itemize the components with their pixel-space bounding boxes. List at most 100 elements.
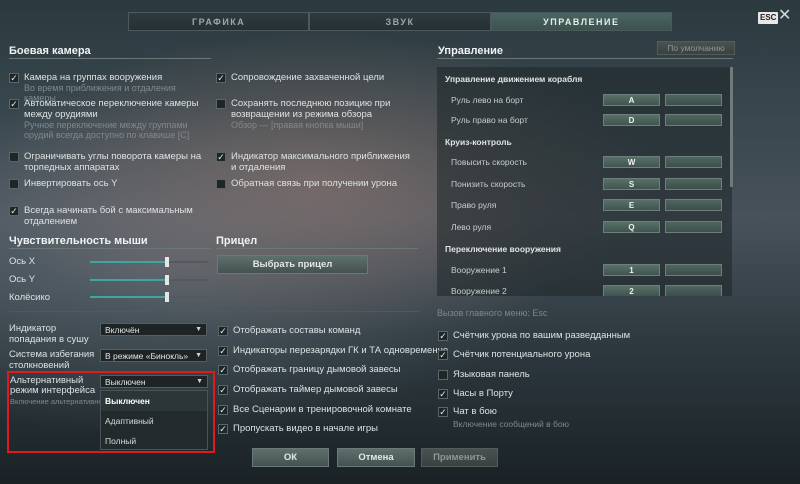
option-full[interactable]: Полный xyxy=(101,431,207,451)
checkbox-hint: Ручное переключение между группами оруди… xyxy=(24,120,190,140)
slider-wheel[interactable] xyxy=(90,292,208,302)
checkbox-box[interactable]: ✓ xyxy=(218,405,228,415)
key-button[interactable]: E xyxy=(603,199,660,211)
ok-button[interactable]: ОК xyxy=(252,448,329,467)
key-button[interactable]: 2 xyxy=(603,285,660,296)
slider-thumb[interactable] xyxy=(165,275,169,285)
checkbox-box[interactable]: ✓ xyxy=(218,346,228,356)
checkbox-spotting-damage[interactable]: ✓ Счётчик урона по вашим разведданным xyxy=(438,330,738,341)
checkbox-limit-torpedo-angles[interactable]: Ограничивать углы поворота камеры на тор… xyxy=(9,151,209,173)
key-button-alt[interactable] xyxy=(665,199,722,211)
alt-mode-hint: Включение альтернативного режима может п… xyxy=(10,397,105,406)
checkbox-potential-damage[interactable]: ✓ Счётчик потенциального урона xyxy=(438,349,738,360)
close-icon[interactable]: ✕ xyxy=(778,8,791,24)
checkbox-label: Чат в бою xyxy=(453,406,497,417)
checkbox-track-target[interactable]: ✓ Сопровождение захваченной цели xyxy=(216,72,416,83)
checkbox-box[interactable] xyxy=(438,370,448,380)
divider xyxy=(9,311,419,312)
binding-label: Лево руля xyxy=(451,222,492,232)
key-button[interactable]: D xyxy=(603,114,660,126)
checkbox-box[interactable]: ✓ xyxy=(218,385,228,395)
checkbox-box[interactable]: ✓ xyxy=(218,424,228,434)
key-button[interactable]: 1 xyxy=(603,264,660,276)
binding-label: Руль лево на борт xyxy=(451,95,524,105)
key-button-alt[interactable] xyxy=(665,221,722,233)
checkbox-auto-switch-camera[interactable]: ✓ Автоматическое переключение камеры меж… xyxy=(9,98,214,140)
option-off[interactable]: Выключен xyxy=(101,391,207,411)
checkbox-box[interactable] xyxy=(9,152,19,162)
key-button[interactable]: W xyxy=(603,156,660,168)
main-menu-hint: Вызов главного меню: Esc xyxy=(437,308,548,318)
checkbox-box[interactable]: ✓ xyxy=(438,350,448,360)
alt-mode-dropdown[interactable]: Выключен ▼ xyxy=(100,375,208,388)
checkbox-team-lists[interactable]: ✓ Отображать составы команд xyxy=(218,325,428,336)
checkbox-smoke-border[interactable]: ✓ Отображать границу дымовой завесы xyxy=(218,364,428,375)
checkbox-save-last-position[interactable]: Сохранять последнюю позицию при возвраще… xyxy=(216,98,416,130)
key-button-alt[interactable] xyxy=(665,114,722,126)
key-button-alt[interactable] xyxy=(665,285,722,296)
checkbox-smoke-timer[interactable]: ✓ Отображать таймер дымовой завесы xyxy=(218,384,428,395)
choose-sight-button[interactable]: Выбрать прицел xyxy=(217,255,368,274)
collision-dropdown[interactable]: В режиме «Бинокль» ▼ xyxy=(100,349,207,362)
binding-label: Вооружение 2 xyxy=(451,286,507,296)
checkbox-box[interactable]: ✓ xyxy=(9,99,19,109)
slider-thumb[interactable] xyxy=(165,257,169,267)
dropdown-value: Выключен xyxy=(105,377,146,387)
checkbox-box[interactable]: ✓ xyxy=(438,407,448,417)
key-button[interactable]: S xyxy=(603,178,660,190)
key-button-alt[interactable] xyxy=(665,178,722,190)
checkbox-label: Всегда начинать бой с максимальным отдал… xyxy=(24,205,193,227)
key-button-alt[interactable] xyxy=(665,94,722,106)
esc-badge: ESC xyxy=(758,12,779,24)
checkbox-zoom-indicator[interactable]: ✓ Индикатор максимального приближения и … xyxy=(216,151,416,173)
checkbox-box[interactable]: ✓ xyxy=(438,331,448,341)
checkbox-port-clock[interactable]: ✓ Часы в Порту xyxy=(438,388,738,399)
alt-mode-label: Альтернативный режим интерфейса xyxy=(10,375,96,396)
checkbox-damage-feedback[interactable]: Обратная связь при получении урона xyxy=(216,178,416,189)
slider-thumb[interactable] xyxy=(165,292,169,302)
tab-controls[interactable]: УПРАВЛЕНИЕ xyxy=(490,12,672,31)
checkbox-box[interactable]: ✓ xyxy=(216,152,226,162)
checkbox-reload-indicators[interactable]: ✓ Индикаторы перезарядки ГК и ТА одновре… xyxy=(218,345,448,356)
checkbox-label: Сохранять последнюю позицию при возвраще… xyxy=(231,98,391,120)
checkbox-box[interactable]: ✓ xyxy=(9,73,19,83)
checkbox-language-panel[interactable]: Языковая панель xyxy=(438,369,738,380)
checkbox-label: Инвертировать ось Y xyxy=(24,178,118,189)
slider-fill xyxy=(90,296,167,298)
checkbox-box[interactable]: ✓ xyxy=(218,326,228,336)
checkbox-box[interactable]: ✓ xyxy=(218,365,228,375)
slider-y[interactable] xyxy=(90,275,208,285)
checkbox-battle-chat[interactable]: ✓ Чат в бою xyxy=(438,406,738,417)
checkbox-invert-y[interactable]: Инвертировать ось Y xyxy=(9,178,209,189)
cancel-button[interactable]: Отмена xyxy=(337,448,415,467)
key-button-alt[interactable] xyxy=(665,156,722,168)
checkbox-box[interactable]: ✓ xyxy=(216,73,226,83)
key-button[interactable]: Q xyxy=(603,221,660,233)
checkbox-label: Ограничивать углы поворота камеры на тор… xyxy=(24,151,202,173)
settings-tabs: ГРАФИКА ЗВУК УПРАВЛЕНИЕ xyxy=(128,12,672,31)
hit-indicator-dropdown[interactable]: Включён ▼ xyxy=(100,323,207,336)
checkbox-start-max-zoom[interactable]: ✓ Всегда начинать бой с максимальным отд… xyxy=(9,205,209,227)
checkbox-label: Сопровождение захваченной цели xyxy=(231,72,385,83)
apply-button[interactable]: Применить xyxy=(421,448,498,467)
default-button[interactable]: По умолчанию xyxy=(657,41,735,55)
key-bindings-scrollbar[interactable] xyxy=(730,67,733,187)
checkbox-box[interactable] xyxy=(216,179,226,189)
slider-label-y: Ось Y xyxy=(9,274,36,285)
checkbox-box[interactable] xyxy=(9,179,19,189)
checkbox-label: Отображать границу дымовой завесы xyxy=(233,364,401,375)
key-button-alt[interactable] xyxy=(665,264,722,276)
checkbox-training-scenarios[interactable]: ✓ Все Сценарии в тренировочной комнате xyxy=(218,404,428,415)
slider-x[interactable] xyxy=(90,257,208,267)
option-adaptive[interactable]: Адаптивный xyxy=(101,411,207,431)
tab-graphics[interactable]: ГРАФИКА xyxy=(128,12,310,31)
checkbox-skip-intro[interactable]: ✓ Пропускать видео в начале игры xyxy=(218,423,428,434)
checkbox-label: Все Сценарии в тренировочной комнате xyxy=(233,404,412,415)
collision-label: Система избегания столкновений xyxy=(9,349,95,371)
tab-sound[interactable]: ЗВУК xyxy=(309,12,491,31)
checkbox-box[interactable]: ✓ xyxy=(9,206,19,216)
checkbox-box[interactable] xyxy=(216,99,226,109)
key-button[interactable]: A xyxy=(603,94,660,106)
checkbox-box[interactable]: ✓ xyxy=(438,389,448,399)
dropdown-value: В режиме «Бинокль» xyxy=(105,351,189,361)
